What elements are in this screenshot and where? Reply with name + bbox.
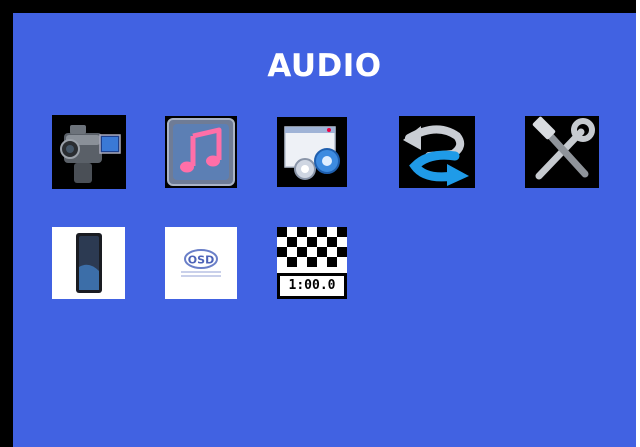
sd-card-icon[interactable]	[52, 227, 125, 299]
music-note-icon[interactable]	[165, 116, 237, 188]
lap-time-label: 1:00.0	[288, 278, 336, 293]
svg-text:OSD: OSD	[188, 254, 214, 267]
menu-screen: AUDIO OSD 1:00.0	[13, 13, 636, 447]
return-arrow-icon[interactable]	[399, 116, 475, 188]
checkered-flag-icon[interactable]: 1:00.0	[277, 227, 347, 299]
gear-window-icon[interactable]	[277, 117, 347, 187]
camcorder-icon[interactable]	[52, 115, 126, 189]
osd-icon[interactable]: OSD	[165, 227, 237, 299]
wrench-hammer-icon[interactable]	[525, 116, 599, 188]
menu-title: AUDIO	[267, 48, 382, 84]
display-frame: AUDIO OSD 1:00.0	[0, 0, 636, 447]
